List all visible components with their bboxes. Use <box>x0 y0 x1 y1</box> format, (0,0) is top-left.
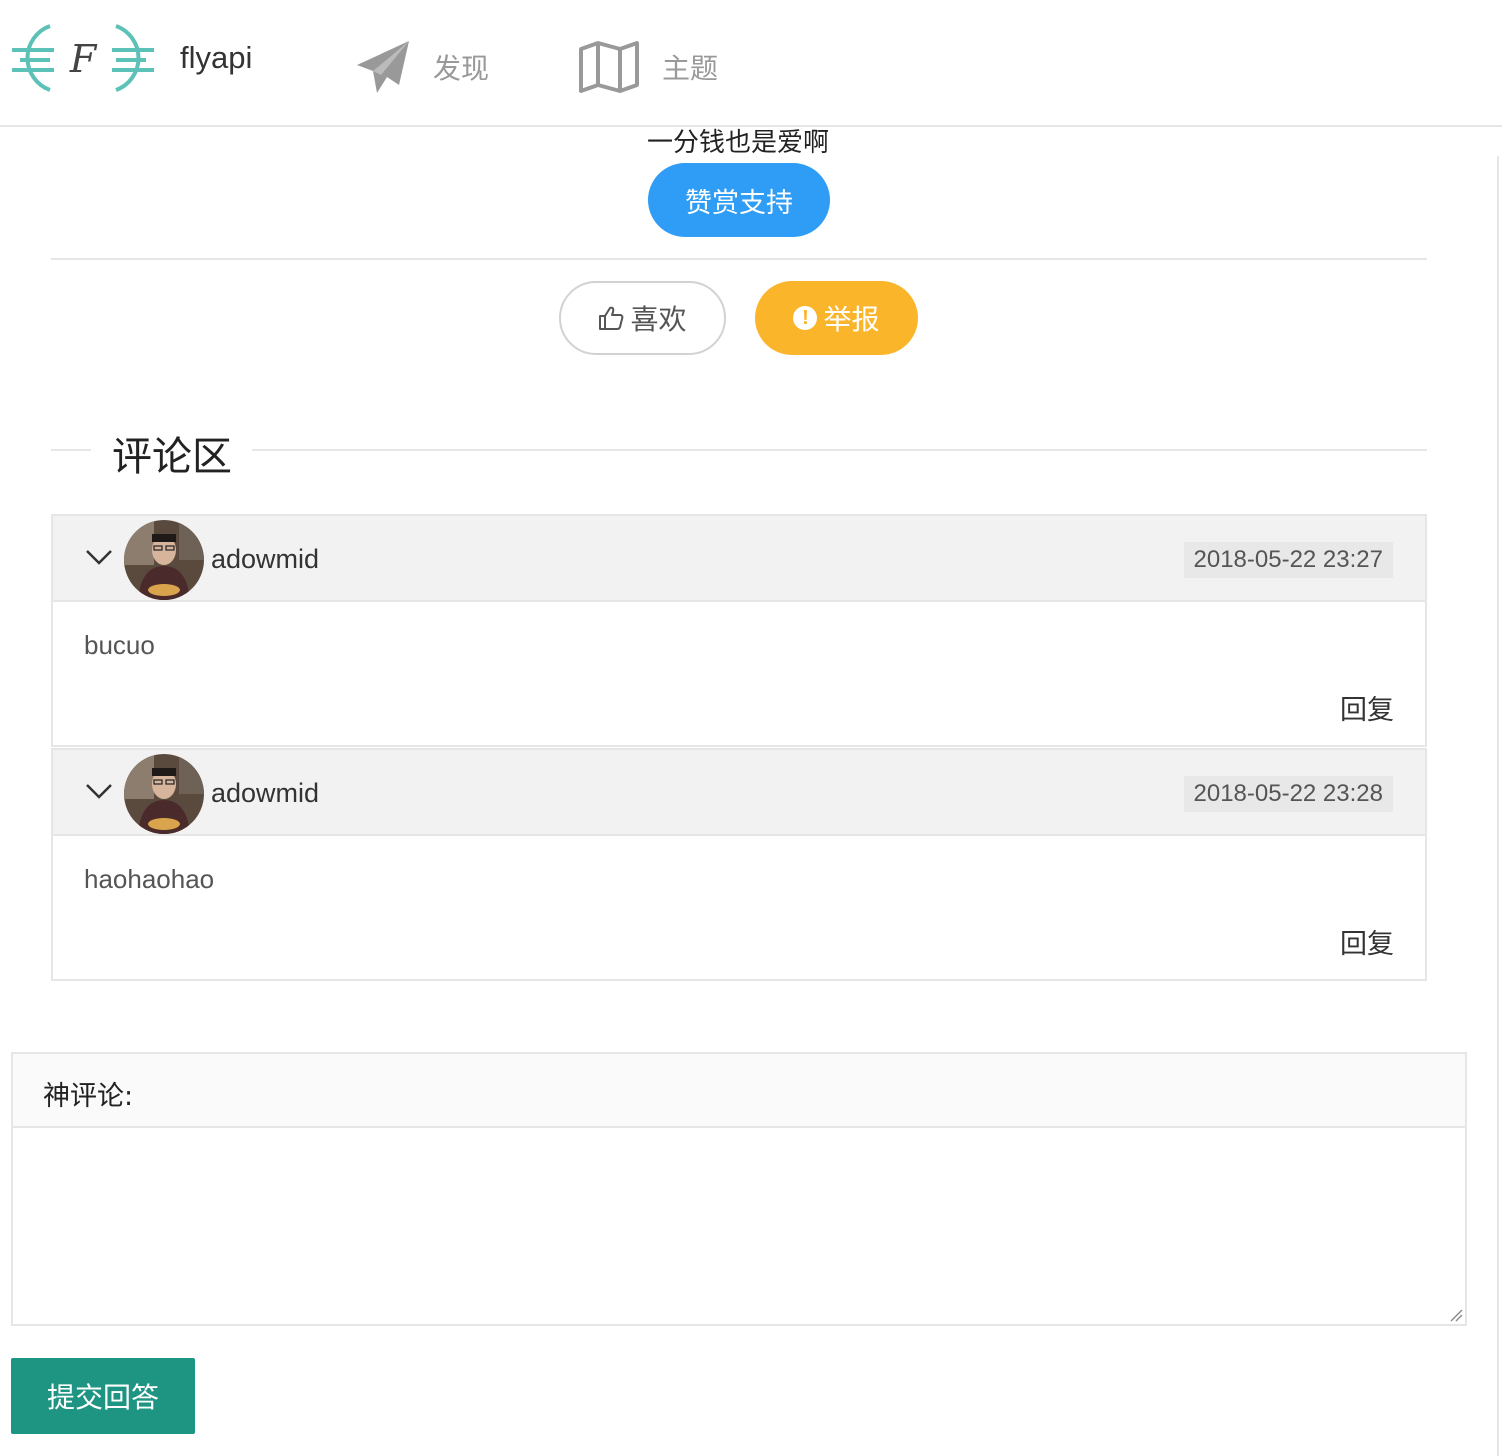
report-button[interactable]: ! 举报 <box>755 281 918 355</box>
editor-header: 神评论: <box>13 1054 1465 1128</box>
nav-item-discover[interactable]: 发现 <box>355 38 489 96</box>
top-header: F flyapi 发现 主题 <box>0 0 1502 127</box>
comments-section-title: 评论区 <box>112 434 232 480</box>
comment-timestamp: 2018-05-22 23:27 <box>1183 542 1393 578</box>
nav-item-topic[interactable]: 主题 <box>578 38 718 96</box>
thumbs-up-icon <box>599 306 624 330</box>
donate-button[interactable]: 赞赏支持 <box>648 163 830 237</box>
scrollbar-track <box>1497 156 1499 1456</box>
comment-content: haohaohao <box>84 864 215 894</box>
divider <box>51 258 1427 260</box>
submit-answer-button[interactable]: 提交回答 <box>11 1358 195 1434</box>
comment-card: adowmid 2018-05-22 23:28 haohaohao 回复 <box>51 748 1427 981</box>
resize-handle-icon[interactable] <box>1449 1308 1463 1322</box>
donate-slogan: 一分钱也是爱啊 <box>646 128 829 158</box>
like-label: 喜欢 <box>630 303 687 336</box>
section-divider-left <box>51 449 91 451</box>
chevron-down-icon[interactable] <box>85 780 113 802</box>
chevron-down-icon[interactable] <box>85 546 113 568</box>
like-button[interactable]: 喜欢 <box>559 281 726 355</box>
comment-textarea[interactable] <box>13 1128 1465 1324</box>
reply-link[interactable]: 回复 <box>1340 688 1394 727</box>
comment-header: adowmid 2018-05-22 23:27 <box>53 516 1425 602</box>
map-icon <box>579 41 639 93</box>
paper-plane-icon <box>357 41 409 93</box>
comment-username[interactable]: adowmid <box>211 544 319 575</box>
comment-username[interactable]: adowmid <box>211 778 319 809</box>
nav-label-topic: 主题 <box>662 52 719 85</box>
reply-link[interactable]: 回复 <box>1340 922 1394 961</box>
comment-timestamp: 2018-05-22 23:28 <box>1183 776 1393 812</box>
avatar[interactable] <box>124 520 204 600</box>
exclamation-circle-icon: ! <box>793 306 818 330</box>
flyapi-logo[interactable]: F <box>10 18 156 98</box>
section-divider-right <box>252 449 1427 451</box>
avatar[interactable] <box>124 754 204 834</box>
comment-editor: 神评论: <box>11 1052 1467 1326</box>
svg-text:F: F <box>69 37 98 81</box>
brand-name[interactable]: flyapi <box>180 40 252 76</box>
report-label: 举报 <box>823 303 880 336</box>
comment-content: bucuo <box>84 630 155 660</box>
comment-card: adowmid 2018-05-22 23:27 bucuo 回复 <box>51 514 1427 747</box>
editor-label: 神评论: <box>43 1081 134 1112</box>
comment-header: adowmid 2018-05-22 23:28 <box>53 750 1425 836</box>
nav-label-discover: 发现 <box>433 52 490 85</box>
